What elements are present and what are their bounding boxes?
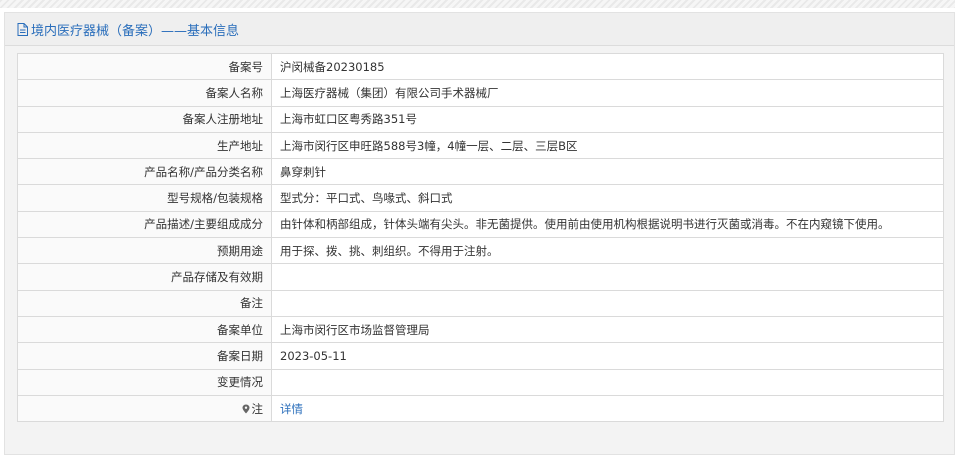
row-label-production-address: 生产地址 [17,131,272,160]
document-icon [17,22,28,36]
table-row: 型号规格/包装规格 型式分：平口式、鸟喙式、斜口式 [17,184,944,212]
row-value-production-address: 上海市闵行区申旺路588号3幢，4幢一层、二层、三层B区 [271,131,944,160]
panel-header: 境内医疗器械（备案）——基本信息 [5,13,954,46]
row-label-registrant-name: 备案人名称 [17,79,272,107]
table-row: 变更情况 [17,368,944,396]
row-value-record-no: 沪闵械备20230185 [271,52,944,81]
row-label-model-spec: 型号规格/包装规格 [17,184,272,212]
row-value-product-description: 由针体和柄部组成，针体头端有尖头。非无菌提供。使用前由使用机构根据说明书进行灭菌… [271,210,944,239]
row-label-note: 注 [17,394,272,423]
table-row: 生产地址 上海市闵行区申旺路588号3幢，4幢一层、二层、三层B区 [17,131,944,160]
table-row: 备案单位 上海市闵行区市场监督管理局 [17,315,944,344]
row-label-change-status: 变更情况 [17,368,272,396]
row-value-registrant-name: 上海医疗器械（集团）有限公司手术器械厂 [271,79,944,107]
map-pin-icon [242,404,249,413]
table-row: 产品描述/主要组成成分 由针体和柄部组成，针体头端有尖头。非无菌提供。使用前由使… [17,210,944,239]
top-decorative-stripe [0,0,955,8]
row-label-record-unit: 备案单位 [17,315,272,344]
table-row: 备案号 沪闵械备20230185 [17,52,944,81]
row-value-record-date: 2023-05-11 [271,342,944,370]
table-row: 备案人注册地址 上海市虹口区粤秀路351号 [17,105,944,133]
info-table-wrap: 备案号 沪闵械备20230185 备案人名称 上海医疗器械（集团）有限公司手术器… [17,52,944,423]
table-row: 产品名称/产品分类名称 鼻穿刺针 [17,158,944,186]
row-label-registrant-address: 备案人注册地址 [17,105,272,133]
row-value-record-unit: 上海市闵行区市场监督管理局 [271,315,944,344]
row-label-intended-use: 预期用途 [17,237,272,265]
table-row: 注 详情 [17,394,944,423]
panel-title: 境内医疗器械（备案）——基本信息 [31,23,240,39]
table-row: 产品存储及有效期 [17,263,944,291]
info-panel: 境内医疗器械（备案）——基本信息 备案号 沪闵械备20230185 备案人名称 … [4,12,955,455]
row-label-record-date: 备案日期 [17,342,272,370]
row-value-intended-use: 用于探、拨、挑、刺组织。不得用于注射。 [271,237,944,265]
info-table: 备案号 沪闵械备20230185 备案人名称 上海医疗器械（集团）有限公司手术器… [17,52,944,423]
row-value-model-spec: 型式分：平口式、鸟喙式、斜口式 [271,184,944,212]
table-row: 备案日期 2023-05-11 [17,342,944,370]
row-label-remarks: 备注 [17,289,272,317]
note-label-text: 注 [251,401,264,416]
row-label-storage-validity: 产品存储及有效期 [17,263,272,291]
row-value-registrant-address: 上海市虹口区粤秀路351号 [271,105,944,133]
row-value-product-name: 鼻穿刺针 [271,158,944,186]
table-row: 备注 [17,289,944,317]
table-row: 预期用途 用于探、拨、挑、刺组织。不得用于注射。 [17,237,944,265]
row-label-product-description: 产品描述/主要组成成分 [17,210,272,239]
row-label-record-no: 备案号 [17,52,272,81]
row-label-product-name: 产品名称/产品分类名称 [17,158,272,186]
table-row: 备案人名称 上海医疗器械（集团）有限公司手术器械厂 [17,79,944,107]
row-value-change-status [271,368,944,396]
details-link[interactable]: 详情 [280,402,303,416]
row-value-storage-validity [271,263,944,291]
row-value-note: 详情 [271,394,944,423]
row-value-remarks [271,289,944,317]
